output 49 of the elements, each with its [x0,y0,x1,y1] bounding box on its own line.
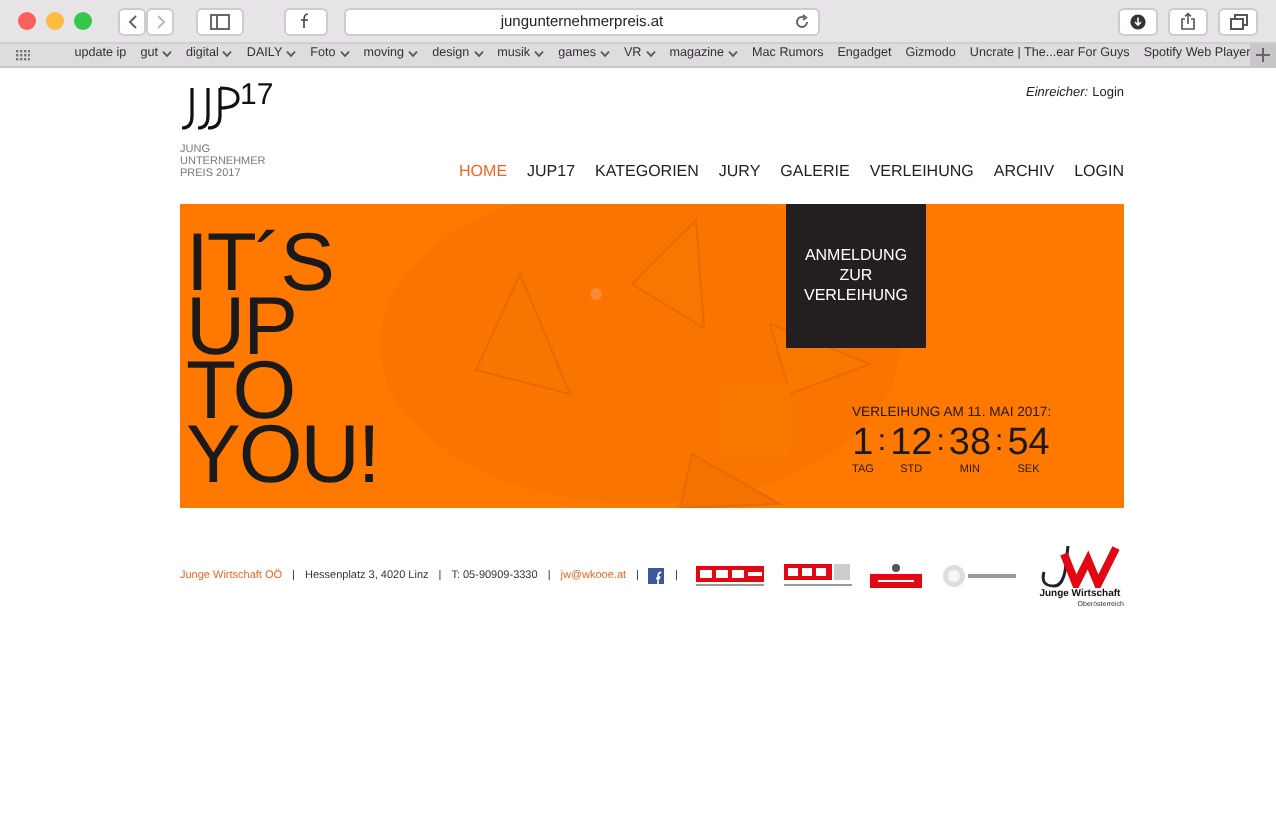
countdown-value: 12 [890,424,933,462]
partner-logo-icon[interactable] [941,564,1018,588]
back-button[interactable] [118,7,146,35]
chevron-icon [645,50,656,59]
chevron-icon [534,50,545,59]
share-button[interactable] [1168,7,1208,35]
chevron-icon [339,50,350,59]
download-icon [1130,13,1146,29]
logo-number: 17 [240,80,274,110]
apps-grid-icon[interactable] [16,49,31,61]
countdown-separator: : [993,424,1006,460]
sidebar-icon [210,13,230,29]
chamber-logo-icon[interactable] [696,566,765,586]
chevron-icon [408,50,419,59]
hero-headline: IT´S UP TO YOU! [184,214,379,504]
chevron-icon [728,50,739,59]
logo-mark-icon [180,82,240,134]
reload-icon[interactable] [794,13,810,29]
facebook-icon[interactable] [648,568,665,584]
chevron-icon [161,50,172,59]
chamber-logo-icon[interactable] [783,564,852,588]
nav-link[interactable]: GALERIE [780,160,850,184]
countdown-value: 54 [1007,424,1050,462]
chevron-icon [473,50,484,59]
nav-link[interactable]: LOGIN [1074,160,1124,184]
countdown-separator: : [934,424,947,460]
nav-link[interactable]: KATEGORIEN [595,160,699,184]
chevron-icon [599,50,610,59]
countdown-value: 38 [948,424,992,462]
registration-button[interactable]: ANMELDUNG ZUR VERLEIHUNG [786,204,926,348]
chevron-icon [286,50,297,59]
extension-button[interactable] [284,7,328,35]
plus-icon [1256,48,1271,62]
forward-chevron-icon [155,13,165,29]
share-icon [1180,12,1196,30]
nav-link[interactable]: ARCHIV [993,160,1055,184]
sidebar-button[interactable] [196,7,244,35]
download-button[interactable] [1118,7,1158,35]
back-chevron-icon [127,13,137,29]
award-logo-icon[interactable] [870,562,923,590]
add-bookmark-button[interactable] [1250,43,1276,67]
chevron-icon [222,50,233,59]
countdown-separator: : [875,424,889,460]
tabs-icon [1229,13,1247,29]
tabs-button[interactable] [1218,7,1258,35]
nav-link[interactable]: JURY [718,160,761,184]
countdown-value: 1 [852,424,874,462]
nav-link[interactable]: JUP17 [527,160,576,184]
nav-link[interactable]: VERLEIHUNG [869,160,974,184]
